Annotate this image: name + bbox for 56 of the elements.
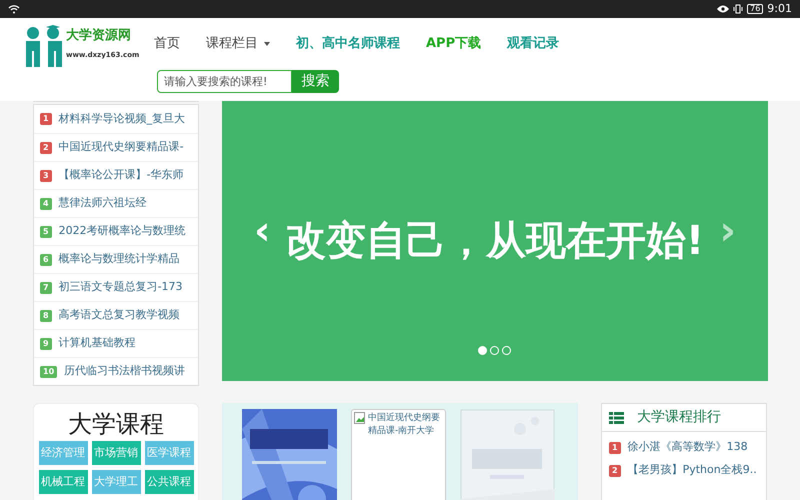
nav-link[interactable]: 观看记录 (507, 34, 560, 54)
nav-link[interactable]: 初、高中名师课程 (296, 34, 400, 54)
list-icon (609, 412, 624, 424)
item-title: 2022考研概率论与数理统 (58, 223, 186, 240)
nav-link[interactable]: 首页 (154, 34, 180, 54)
rank-badge: 3 (40, 170, 52, 182)
rank-badge: 1 (40, 113, 52, 125)
rank-badge: 9 (40, 338, 52, 350)
list-item[interactable]: 7 初三语文专题总复习-173 (34, 273, 198, 301)
item-title: 慧律法师六祖坛经 (58, 195, 147, 212)
logo-icon (24, 24, 64, 69)
item-title: 概率论与数理统计学精品 (58, 251, 180, 268)
image-alt-text: 中国近现代史纲要精品课-南开大学 (368, 412, 441, 438)
list-item[interactable]: 5 2022考研概率论与数理统 (34, 217, 198, 245)
ranking-title: 大学课程排行 (637, 408, 721, 427)
rank-badge: 5 (40, 226, 52, 238)
list-item[interactable]: 2 中国近现代史纲要精品课- (34, 133, 198, 161)
list-item[interactable]: 4 慧律法师六祖坛经 (34, 189, 198, 217)
site-name: 大学资源网 (66, 28, 132, 44)
rank-badge: 2 (609, 464, 621, 476)
ranking-item[interactable]: 1 徐小湛《高等数学》138 (602, 436, 766, 459)
nav-link[interactable]: APP下载 (426, 34, 482, 54)
list-item[interactable]: 1 材料科学导论视频_复旦大 (34, 105, 198, 133)
rank-badge: 10 (40, 366, 58, 378)
eye-icon (717, 5, 730, 13)
rank-badge: 8 (40, 310, 52, 322)
rank-badge: 1 (609, 442, 621, 454)
search-field[interactable]: 请输入要搜索的课程! (157, 70, 292, 93)
item-title: 徐小湛《高等数学》138 (628, 439, 748, 456)
list-item[interactable]: 9 计算机基础教程 (34, 329, 198, 357)
item-title: 初三语文专题总复习-173 (58, 279, 183, 296)
item-title: 中国近现代史纲要精品课- (58, 139, 184, 156)
battery-indicator: 76 (747, 4, 764, 14)
list-item[interactable]: 10 历代临习书法楷书视频讲 (34, 357, 198, 385)
clock: 9:01 (767, 0, 792, 17)
item-title: 历代临习书法楷书视频讲 (64, 363, 186, 380)
wifi-icon (8, 4, 20, 14)
list-item[interactable]: 8 高考语文总复习教学视频 (34, 301, 198, 329)
item-title: 【老男孩】Python全栈9.. (628, 462, 757, 478)
item-title: 计算机基础教程 (58, 335, 136, 352)
item-title: 材料科学导论视频_复旦大 (58, 110, 186, 127)
category-title: 大学课程 (68, 409, 164, 439)
search-button[interactable]: 搜索 (292, 70, 339, 93)
nav-link[interactable]: 课程栏目 (206, 34, 270, 54)
rank-badge: 4 (40, 198, 52, 210)
vibrate-icon (733, 4, 744, 14)
broken-image-icon (354, 412, 366, 424)
rank-badge: 6 (40, 254, 52, 266)
list-item[interactable]: 3 【概率论公开课】-华东师 (34, 161, 198, 189)
banner-caption: 改变自己，从现在开始! (286, 217, 704, 266)
rank-badge: 7 (40, 282, 52, 294)
item-title: 【概率论公开课】-华东师 (58, 167, 184, 184)
item-title: 高考语文总复习教学视频 (58, 307, 180, 324)
ranking-item[interactable]: 2 【老男孩】Python全栈9.. (602, 459, 766, 482)
list-item[interactable]: 6 概率论与数理统计学精品 (34, 245, 198, 273)
rank-badge: 2 (40, 142, 52, 154)
